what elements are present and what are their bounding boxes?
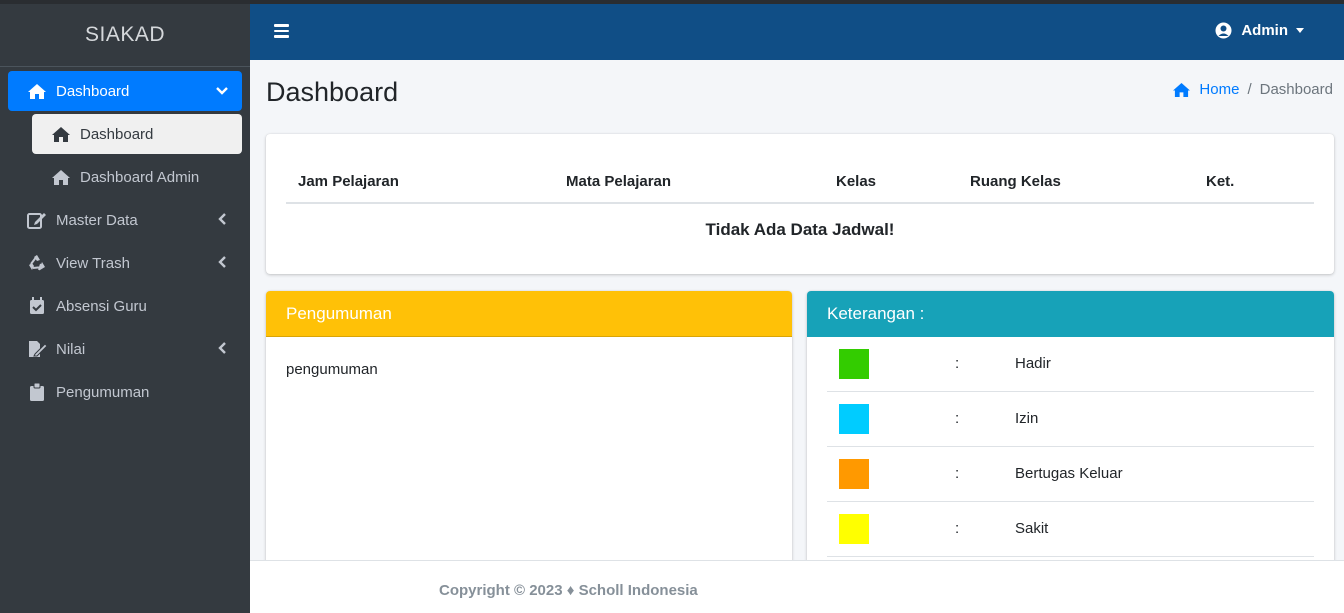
recycle-icon xyxy=(26,254,48,272)
sidebar-nav: Dashboard Dashboard Dashboard Admin Mast… xyxy=(0,67,250,412)
legend-colon: : xyxy=(955,410,960,427)
legend-row: : Izin xyxy=(827,392,1314,447)
top-navbar: Admin xyxy=(250,4,1344,60)
sidebar-subitem-dashboard[interactable]: Dashboard xyxy=(32,114,242,154)
sidebar-item-pengumuman[interactable]: Pengumuman xyxy=(8,372,242,412)
home-icon xyxy=(1172,82,1191,98)
schedule-table: Jam Pelajaran Mata Pelajaran Kelas Ruang… xyxy=(286,160,1314,255)
user-name: Admin xyxy=(1241,22,1288,39)
legend-label: Izin xyxy=(1015,410,1039,427)
page-title: Dashboard xyxy=(266,77,399,107)
color-swatch xyxy=(839,404,869,434)
edit-icon xyxy=(26,211,48,229)
menu-toggle-icon[interactable] xyxy=(274,24,289,38)
sidebar-item-master-data[interactable]: Master Data xyxy=(8,200,242,240)
calendar-check-icon xyxy=(26,297,48,315)
announcement-header: Pengumuman xyxy=(266,291,792,337)
legend-label: Sakit xyxy=(1015,520,1049,537)
column-header: Ruang Kelas xyxy=(958,160,1194,204)
sidebar-item-label: View Trash xyxy=(56,254,130,272)
chevron-left-icon xyxy=(218,255,228,272)
sidebar-item-nilai[interactable]: Nilai xyxy=(8,329,242,369)
legend-row: : Hadir xyxy=(827,337,1314,392)
chevron-left-icon xyxy=(218,341,228,358)
user-circle-icon xyxy=(1215,22,1232,39)
breadcrumb-home-label: Home xyxy=(1199,81,1240,98)
breadcrumb-home-link[interactable]: Home xyxy=(1172,81,1239,98)
clipboard-icon xyxy=(26,383,48,401)
caret-down-icon xyxy=(1296,28,1304,33)
home-icon xyxy=(50,125,72,143)
sidebar-item-label: Nilai xyxy=(56,340,86,358)
table-row: Tidak Ada Data Jadwal! xyxy=(286,203,1314,255)
copyright-text: Copyright © 2023 ♦ Scholl Indonesia xyxy=(439,582,698,599)
chevron-left-icon xyxy=(218,212,228,229)
legend-header: Keterangan : xyxy=(807,291,1334,337)
breadcrumb: Home / Dashboard xyxy=(1172,81,1333,98)
legend-label: Hadir xyxy=(1015,355,1051,372)
home-icon xyxy=(26,82,48,100)
breadcrumb-current: Dashboard xyxy=(1259,81,1333,98)
legend-colon: : xyxy=(955,520,960,537)
sidebar-item-view-trash[interactable]: View Trash xyxy=(8,243,242,283)
column-header: Jam Pelajaran xyxy=(286,160,554,204)
sidebar-subitem-dashboard-admin[interactable]: Dashboard Admin xyxy=(32,157,242,197)
chevron-down-icon xyxy=(216,83,228,100)
color-swatch xyxy=(839,514,869,544)
table-header-row: Jam Pelajaran Mata Pelajaran Kelas Ruang… xyxy=(286,160,1314,204)
legend-colon: : xyxy=(955,465,960,482)
empty-message: Tidak Ada Data Jadwal! xyxy=(705,219,895,239)
brand-logo[interactable]: SIAKAD xyxy=(0,4,250,67)
footer: Copyright © 2023 ♦ Scholl Indonesia xyxy=(250,560,1344,613)
announcement-body: pengumuman xyxy=(286,361,378,378)
sidebar: SIAKAD Dashboard Dashboard Dashboard Adm… xyxy=(0,4,250,613)
color-swatch xyxy=(839,349,869,379)
legend-row: : Bertugas Keluar xyxy=(827,447,1314,502)
sidebar-item-label: Pengumuman xyxy=(56,383,150,401)
schedule-card: Jam Pelajaran Mata Pelajaran Kelas Ruang… xyxy=(266,134,1334,274)
file-signature-icon xyxy=(26,340,48,358)
column-header: Kelas xyxy=(824,160,958,204)
column-header: Ket. xyxy=(1194,160,1314,204)
sidebar-subitem-label: Dashboard xyxy=(80,125,154,143)
legend-colon: : xyxy=(955,355,960,372)
legend-row: : Sakit xyxy=(827,502,1314,557)
column-header: Mata Pelajaran xyxy=(554,160,824,204)
sidebar-subitem-label: Dashboard Admin xyxy=(80,168,200,186)
sidebar-item-label: Absensi Guru xyxy=(56,297,147,315)
home-icon xyxy=(50,168,72,186)
user-menu[interactable]: Admin xyxy=(1215,22,1304,39)
breadcrumb-separator: / xyxy=(1247,81,1252,98)
sidebar-item-label: Dashboard xyxy=(56,82,130,100)
legend-label: Bertugas Keluar xyxy=(1015,465,1123,482)
sidebar-item-dashboard[interactable]: Dashboard xyxy=(8,71,242,111)
sidebar-item-label: Master Data xyxy=(56,211,138,229)
color-swatch xyxy=(839,459,869,489)
sidebar-item-absensi-guru[interactable]: Absensi Guru xyxy=(8,286,242,326)
